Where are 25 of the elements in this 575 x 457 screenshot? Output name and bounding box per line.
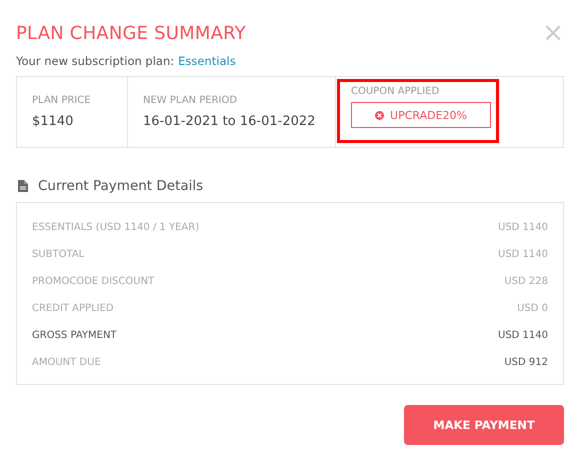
coupon-code: UPCRADE20% [390,108,467,122]
summary-label: PLAN PRICE [32,95,91,106]
summary-label: COUPON APPLIED [351,86,440,97]
row-value: USD 228 [504,276,548,287]
row-label: GROSS PAYMENT [32,330,117,341]
row-label: AMOUNT DUE [32,357,101,368]
row-value: USD 912 [504,357,548,368]
row-label: ESSENTIALS (USD 1140 / 1 YEAR) [32,222,200,233]
dialog-title: PLAN CHANGE SUMMARY [16,22,246,44]
plan-link[interactable]: Essentials [178,54,236,68]
row-label: SUBTOTAL [32,249,84,260]
subtitle-text: Your new subscription plan: [16,54,174,68]
remove-icon [375,110,384,120]
row-value: USD 0 [517,303,548,314]
row-label: CREDIT APPLIED [32,303,114,314]
row-value: USD 1140 [498,330,548,341]
row-value: USD 1140 [498,249,548,260]
summary-value: 16-01-2021 to 16-01-2022 [143,114,316,129]
row-value: USD 1140 [498,222,548,233]
row-label: PROMOCODE DISCOUNT [32,276,154,287]
document-icon [18,180,28,192]
summary-label: NEW PLAN PERIOD [143,95,238,106]
section-heading: Current Payment Details [38,178,204,194]
summary-value: $1140 [32,114,74,129]
make-payment-button[interactable]: MAKE PAYMENT [404,405,564,445]
